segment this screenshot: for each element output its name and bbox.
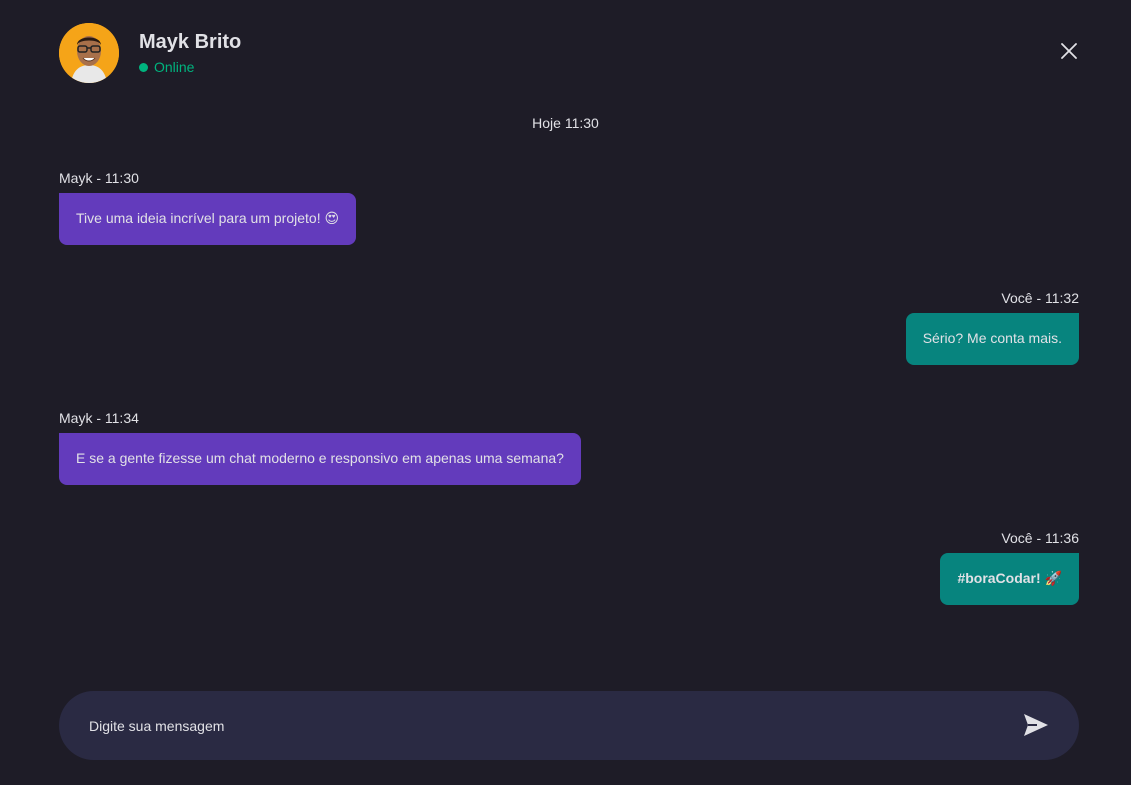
message-bubble: #boraCodar! 🚀	[940, 553, 1079, 605]
message-author-time: Você - 11:32	[1001, 290, 1079, 306]
chat-window: Mayk Brito Online Hoje 11:30 Mayk - 11:3…	[0, 0, 1131, 785]
chat-header: Mayk Brito Online	[59, 23, 1079, 83]
close-button[interactable]	[1059, 41, 1079, 61]
message-bubble: Sério? Me conta mais.	[905, 313, 1079, 365]
date-divider: Hoje 11:30	[532, 115, 599, 131]
close-icon	[1061, 43, 1077, 59]
send-icon	[1024, 714, 1048, 736]
user-avatar-icon	[59, 23, 119, 83]
message-bubble: E se a gente fizesse um chat moderno e r…	[59, 433, 581, 485]
message-author-time: Você - 11:36	[1001, 530, 1079, 546]
message-received: Mayk - 11:30 Tive uma ideia incrível par…	[59, 170, 357, 245]
message-author-time: Mayk - 11:34	[59, 410, 139, 426]
message-bubble: Tive uma ideia incrível para um projeto!…	[59, 193, 357, 245]
avatar	[59, 23, 119, 83]
message-sent: Você - 11:32 Sério? Me conta mais.	[905, 290, 1079, 365]
online-dot-icon	[139, 62, 148, 72]
send-button[interactable]	[1021, 710, 1051, 740]
contact-name: Mayk Brito	[139, 31, 242, 53]
message-input[interactable]	[89, 691, 989, 760]
status-indicator: Online	[139, 59, 194, 75]
message-received: Mayk - 11:34 E se a gente fizesse um cha…	[59, 410, 581, 485]
message-sent: Você - 11:36 #boraCodar! 🚀	[940, 530, 1079, 605]
status-text: Online	[154, 59, 195, 75]
message-composer	[59, 691, 1079, 760]
message-author-time: Mayk - 11:30	[59, 170, 139, 186]
